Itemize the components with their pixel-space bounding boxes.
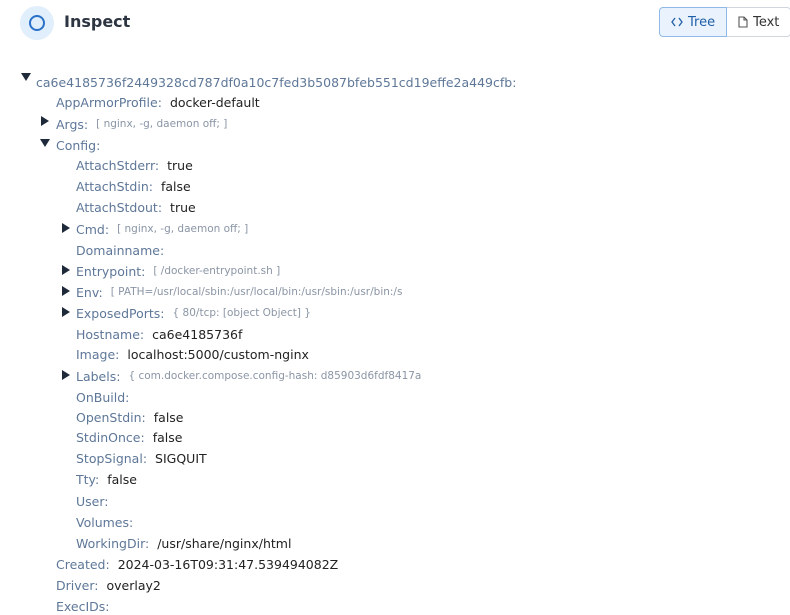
node-preview: { 80/tcp: [object Object] } <box>172 307 311 319</box>
node-value: SIGQUIT <box>155 450 207 466</box>
node-value: true <box>167 157 193 173</box>
node-key: Image: <box>76 346 120 362</box>
tree-node-exposedports: ExposedPorts: { 80/tcp: [object Object] … <box>76 304 311 322</box>
node-key: AttachStdin: <box>76 178 153 194</box>
tree-node-entrypoint: Entrypoint: [ /docker-entrypoint.sh ] <box>76 262 280 280</box>
node-value: /usr/share/nginx/html <box>157 535 292 551</box>
tree-node-workingdir: WorkingDir: /usr/share/nginx/html <box>76 534 291 552</box>
node-key: AttachStdout: <box>76 199 163 215</box>
collapse-root-toggle[interactable] <box>21 73 31 81</box>
expand-entrypoint-toggle[interactable] <box>62 265 70 275</box>
node-value: false <box>153 409 184 425</box>
node-key: Entrypoint: <box>76 263 146 279</box>
node-key: ExecIDs: <box>56 598 110 614</box>
node-key: Config: <box>56 137 101 153</box>
tree-node-stdinonce: StdinOnce: false <box>76 428 182 446</box>
tree-node-user: User: <box>76 492 108 510</box>
tree-node-image: Image: localhost:5000/custom-nginx <box>76 345 309 363</box>
node-preview: [ PATH=/usr/local/sbin:/usr/local/bin:/u… <box>110 286 403 298</box>
node-key: Hostname: <box>76 326 145 342</box>
node-key: Args: <box>56 116 89 132</box>
node-preview: [ nginx, -g, daemon off; ] <box>117 223 249 235</box>
node-value: false <box>160 178 191 194</box>
node-key: OnBuild: <box>76 389 130 405</box>
tree-node-args: Args: [ nginx, -g, daemon off; ] <box>56 115 227 133</box>
node-key: AppArmorProfile: <box>56 94 162 110</box>
tree-node-created: Created: 2024-03-16T09:31:47.539494082Z <box>56 555 338 573</box>
node-value: overlay2 <box>106 577 161 593</box>
tree-root-node: ca6e4185736f2449328cd787df0a10c7fed3b508… <box>36 73 516 91</box>
node-key: OpenStdin: <box>76 409 146 425</box>
node-preview: [ nginx, -g, daemon off; ] <box>96 118 228 130</box>
inspect-tree: ca6e4185736f2449328cd787df0a10c7fed3b508… <box>0 0 790 615</box>
node-value: 2024-03-16T09:31:47.539494082Z <box>117 556 339 572</box>
node-key: StdinOnce: <box>76 429 145 445</box>
node-value: docker-default <box>169 94 260 110</box>
node-key: Env: <box>76 284 103 300</box>
node-key: Created: <box>56 556 110 572</box>
tree-node-attachstdin: AttachStdin: false <box>76 177 191 195</box>
node-key: StopSignal: <box>76 450 148 466</box>
tree-node-attachstderr: AttachStderr: true <box>76 156 193 174</box>
expand-args-toggle[interactable] <box>41 116 49 126</box>
node-preview: { com.docker.compose.config-hash: d85903… <box>128 370 422 382</box>
root-key: ca6e4185736f2449328cd787df0a10c7fed3b508… <box>36 74 517 90</box>
tree-node-openstdin: OpenStdin: false <box>76 408 184 426</box>
tree-node-onbuild: OnBuild: <box>76 388 129 406</box>
node-value: ca6e4185736f <box>152 326 243 342</box>
node-key: Cmd: <box>76 221 110 237</box>
collapse-config-toggle[interactable] <box>40 139 50 147</box>
node-key: Volumes: <box>76 514 134 530</box>
node-key: ExposedPorts: <box>76 305 165 321</box>
node-key: Driver: <box>56 577 99 593</box>
tree-node-domainname: Domainname: <box>76 241 164 259</box>
expand-labels-toggle[interactable] <box>62 370 70 380</box>
tree-node-cmd: Cmd: [ nginx, -g, daemon off; ] <box>76 220 248 238</box>
tree-node-driver: Driver: overlay2 <box>56 576 161 594</box>
tree-node-hostname: Hostname: ca6e4185736f <box>76 325 242 343</box>
tree-node-tty: Tty: false <box>76 470 137 488</box>
tree-node-attachstdout: AttachStdout: true <box>76 198 196 216</box>
node-key: AttachStderr: <box>76 157 160 173</box>
tree-node-volumes: Volumes: <box>76 513 133 531</box>
node-key: Labels: <box>76 368 121 384</box>
tree-node-env: Env: [ PATH=/usr/local/sbin:/usr/local/b… <box>76 283 402 301</box>
tree-node-execids: ExecIDs: <box>56 597 110 615</box>
tree-node-config: Config: <box>56 136 100 154</box>
node-value: localhost:5000/custom-nginx <box>127 346 309 362</box>
node-key: Domainname: <box>76 242 165 258</box>
expand-cmd-toggle[interactable] <box>62 223 70 233</box>
node-key: User: <box>76 493 109 509</box>
tree-node-apparmor: AppArmorProfile: docker-default <box>56 93 260 111</box>
expand-env-toggle[interactable] <box>62 286 70 296</box>
tree-node-labels: Labels: { com.docker.compose.config-hash… <box>76 367 421 385</box>
node-key: WorkingDir: <box>76 535 150 551</box>
node-value: true <box>170 199 196 215</box>
node-preview: [ /docker-entrypoint.sh ] <box>153 265 281 277</box>
node-value: false <box>107 471 137 487</box>
node-value: false <box>152 429 183 445</box>
expand-exposedports-toggle[interactable] <box>62 307 70 317</box>
tree-node-stopsignal: StopSignal: SIGQUIT <box>76 449 207 467</box>
node-key: Tty: <box>76 471 100 487</box>
